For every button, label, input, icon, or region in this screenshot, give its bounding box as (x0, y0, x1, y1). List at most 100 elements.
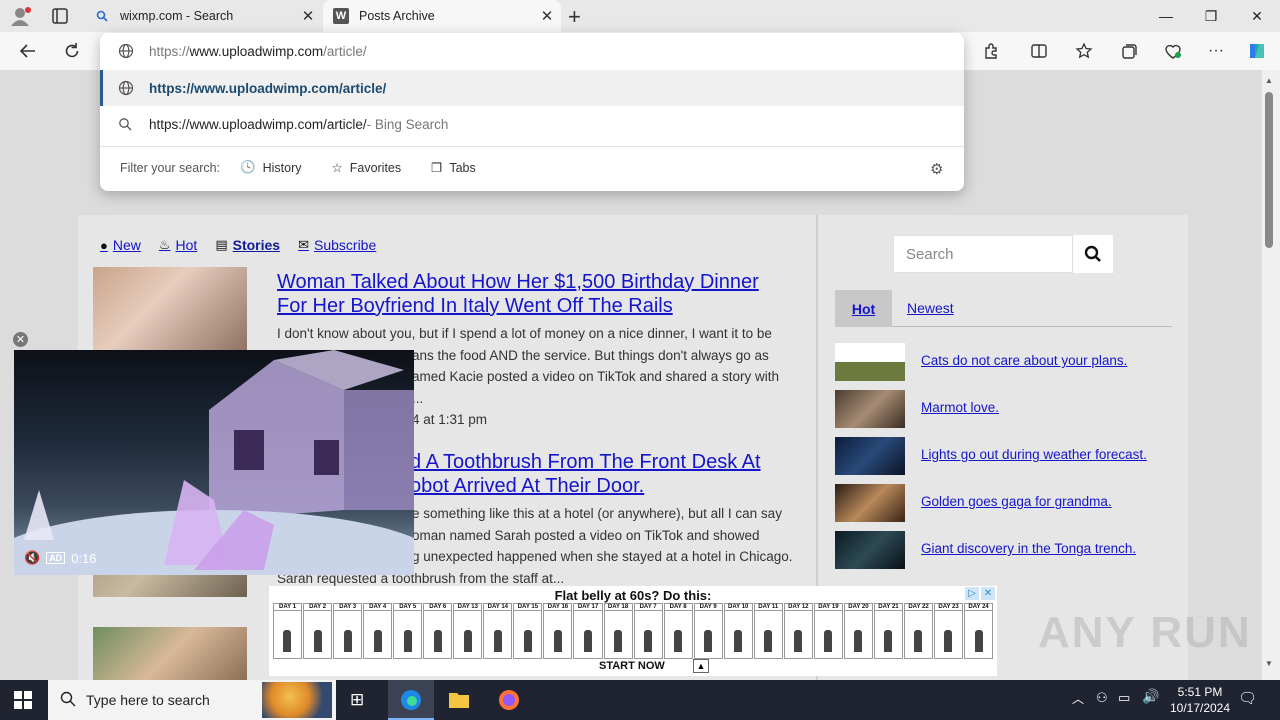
ad-day-label: DAY 16 (544, 604, 572, 611)
chevron-up-icon[interactable]: ︿ (1072, 690, 1084, 707)
nav-stories[interactable]: ▤ Stories (215, 237, 280, 253)
sidebar-thumbnail (835, 343, 905, 381)
profile-icon[interactable] (10, 6, 32, 26)
taskbar-clock[interactable]: 5:51 PM 10/17/2024 (1160, 684, 1240, 716)
window-close-icon[interactable]: ✕ (1234, 0, 1280, 32)
sidebar-thumbnail (835, 390, 905, 428)
sidebar-item-label: Golden goes gaga for grandma. (921, 494, 1112, 509)
nav-stories-label: Stories (232, 237, 281, 253)
scroll-down-icon[interactable]: ▼ (1265, 659, 1273, 668)
close-tab-icon[interactable]: ✕ (537, 7, 557, 25)
ad-day-label: DAY 13 (454, 604, 482, 611)
new-tab-icon[interactable]: + (568, 4, 581, 30)
article-title-link[interactable]: d A Toothbrush From The Front Desk At ob… (410, 450, 810, 498)
scroll-up-icon[interactable]: ▲ (1265, 76, 1273, 85)
exercise-figure (523, 630, 532, 652)
ad-day-label: DAY 5 (394, 604, 422, 611)
sidebar-search-input[interactable]: Search (893, 235, 1073, 273)
windows-start-icon[interactable] (14, 691, 32, 714)
taskbar-edge[interactable] (388, 680, 434, 720)
sidebar-item[interactable]: Marmot love. (835, 390, 1175, 428)
ad-cta[interactable]: START NOW (599, 660, 665, 672)
video-time: 0:16 (71, 550, 97, 566)
chevron-up-icon[interactable]: ▲ (693, 659, 709, 673)
article-title-line: d A Toothbrush From The Front Desk At (410, 451, 761, 473)
video-controls: 🔇 AD 0:16 (24, 550, 97, 566)
exercise-figure (674, 630, 683, 652)
mute-icon[interactable]: 🔇 (24, 550, 40, 566)
ad-day-label: DAY 20 (844, 604, 872, 611)
tab-actions-icon[interactable] (50, 6, 70, 26)
split-screen-icon[interactable] (1028, 40, 1050, 62)
ad-banner[interactable]: Flat belly at 60s? Do this: DAY 1 DAY 2 DA… (269, 586, 997, 676)
minimize-icon[interactable]: — (1143, 0, 1189, 32)
ad-day-label: DAY 19 (814, 604, 842, 611)
network-icon[interactable]: ⚇ (1096, 690, 1108, 706)
search-icon[interactable] (1073, 235, 1113, 273)
exercise-figure (644, 630, 653, 652)
ad-close-icon[interactable]: ✕ (981, 587, 995, 600)
notifications-icon[interactable]: 🗨 (1238, 689, 1257, 707)
w-icon: W (333, 8, 349, 24)
excerpt-line: I don't know about you, but if I spend a… (277, 326, 772, 341)
video-player[interactable]: 🔇 AD 0:16 (14, 350, 414, 575)
nav-subscribe[interactable]: ✉ Subscribe (298, 237, 376, 253)
close-video-icon[interactable]: ✕ (13, 332, 28, 347)
file-explorer-icon[interactable] (448, 689, 470, 714)
dropdown-divider (100, 146, 964, 147)
exercise-figure (884, 630, 893, 652)
suggestion-url[interactable]: https://www.uploadwimp.com/article/ (100, 70, 964, 106)
nav-new[interactable]: ● New (100, 237, 141, 253)
suggestion-search[interactable]: https://www.uploadwimp.com/article/ - Bi… (100, 106, 964, 142)
sidebar-item[interactable]: Cats do not care about your plans. (835, 343, 1175, 381)
search-query: https://www.uploadwimp.com/article/ (149, 116, 367, 132)
filter-history[interactable]: 🕓 History (240, 160, 301, 175)
filter-tabs[interactable]: ❐ Tabs (431, 160, 476, 176)
ad-day-label: DAY 6 (424, 604, 452, 611)
tab-title: Posts Archive (359, 9, 435, 23)
settings-gear-icon[interactable]: ⚙ (930, 160, 943, 178)
ad-day-cell: DAY 6 (423, 603, 453, 659)
sidebar-item[interactable]: Golden goes gaga for grandma. (835, 484, 1175, 522)
filter-favorites[interactable]: ☆ Favorites (331, 160, 402, 176)
task-view-icon[interactable]: ⊞ (350, 690, 364, 710)
back-icon[interactable] (17, 40, 39, 62)
ad-day-cell: DAY 16 (543, 603, 573, 659)
clock-icon: ● (100, 237, 108, 253)
ad-day-label: DAY 15 (514, 604, 542, 611)
close-tab-icon[interactable]: ✕ (298, 7, 318, 25)
ad-choices[interactable]: ▷ ✕ (965, 587, 995, 600)
address-input[interactable]: https://www.uploadwimp.com/article/ (100, 33, 964, 69)
firefox-icon[interactable] (498, 689, 520, 716)
article-thumbnail[interactable] (93, 267, 247, 357)
copilot-icon[interactable] (1246, 40, 1268, 62)
newspaper-icon: ▤ (215, 237, 228, 252)
tab-hot[interactable]: Hot (835, 290, 892, 327)
extensions-icon[interactable] (980, 40, 1002, 62)
browser-essentials-icon[interactable] (1162, 40, 1184, 62)
tab-posts-archive[interactable]: W Posts Archive ✕ (323, 0, 561, 32)
sidebar-item[interactable]: Giant discovery in the Tonga trench. (835, 531, 1175, 569)
nav-hot[interactable]: ♨ Hot (159, 237, 197, 253)
display-icon[interactable]: ▭ (1118, 690, 1130, 706)
refresh-icon[interactable] (61, 40, 83, 62)
adchoices-icon[interactable]: ▷ (965, 587, 979, 600)
more-options-icon[interactable]: ··· (1205, 40, 1227, 62)
maximize-icon[interactable]: ❐ (1188, 0, 1234, 32)
exercise-figure (493, 630, 502, 652)
taskbar-search[interactable]: Type here to search (48, 680, 336, 720)
video-frame (14, 350, 414, 575)
tab-newest[interactable]: Newest (907, 300, 954, 316)
filter-favorites-label: Favorites (349, 160, 402, 175)
tab-search[interactable]: wixmp.com - Search ✕ (84, 0, 322, 32)
article-title-link[interactable]: Woman Talked About How Her $1,500 Birthd… (277, 270, 797, 318)
star-icon: ☆ (331, 161, 343, 175)
ad-day-cell: DAY 21 (873, 603, 903, 659)
sidebar-item[interactable]: Lights go out during weather forecast. (835, 437, 1175, 475)
taskbar-search-placeholder: Type here to search (86, 692, 210, 708)
article-thumbnail[interactable] (93, 627, 247, 680)
collections-icon[interactable] (1118, 40, 1140, 62)
volume-icon[interactable]: 🔊 (1142, 688, 1159, 705)
favorites-star-icon[interactable] (1073, 40, 1095, 62)
scrollbar-thumb[interactable] (1265, 92, 1273, 248)
